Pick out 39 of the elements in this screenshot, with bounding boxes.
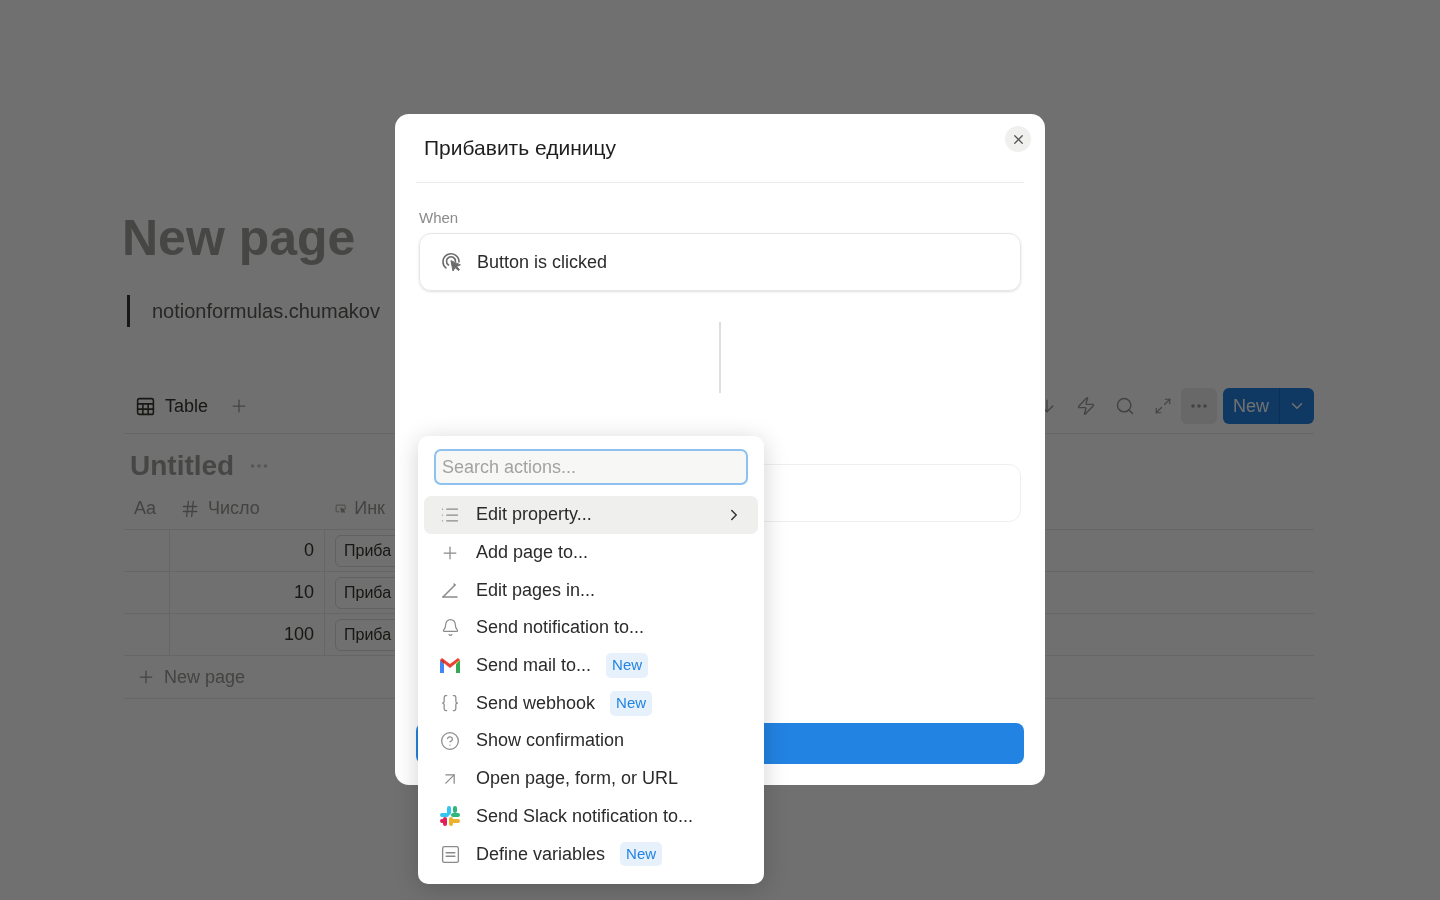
click-icon <box>440 251 462 273</box>
number-cell-text: 10 <box>293 581 314 604</box>
number-cell-text: 100 <box>283 623 314 646</box>
help-icon <box>440 730 460 751</box>
close-button[interactable] <box>1005 126 1031 152</box>
equals-box-icon <box>439 843 461 865</box>
expand-icon[interactable] <box>1154 397 1172 415</box>
menu-item[interactable]: Open page, form, or URL <box>424 759 758 798</box>
more-icon <box>1191 404 1207 408</box>
mail-logo-icon <box>439 656 461 675</box>
view-tab[interactable]: Table <box>165 392 209 420</box>
trigger-card[interactable]: Button is clicked <box>419 233 1021 291</box>
trigger-label: When <box>419 209 460 227</box>
hash-logo-icon <box>439 805 461 828</box>
menu-item[interactable]: Send notification to... <box>424 609 758 647</box>
hash-icon <box>180 498 200 519</box>
trigger-text: Button is clicked <box>477 250 608 274</box>
menu-item[interactable]: Add page to... <box>424 533 758 572</box>
search-field[interactable]: Search actions... <box>434 449 748 485</box>
new-badge: New <box>620 841 663 867</box>
new-badge: New <box>606 653 649 678</box>
number-cell-text: 0 <box>304 539 314 562</box>
bolt-icon[interactable] <box>1076 396 1096 416</box>
menu-item[interactable]: Edit property... <box>424 496 758 534</box>
menu-item[interactable]: Send Slack notification to... <box>424 797 758 836</box>
search-icon[interactable] <box>1115 396 1135 416</box>
table-icon <box>135 395 156 417</box>
menu-item[interactable]: Send webhook New <box>424 684 758 723</box>
pencil-line-icon <box>440 580 460 601</box>
menu-item[interactable]: Send mail to... New <box>424 646 758 685</box>
menu-item[interactable]: Edit pages in... <box>424 571 758 610</box>
menu-item[interactable]: Show confirmation <box>424 722 758 760</box>
new-badge: New <box>610 691 653 716</box>
quote-text: notionformulas.chumakov <box>152 299 380 324</box>
dialog-title: Прибавить единицу <box>424 135 617 162</box>
braces-icon <box>440 693 460 714</box>
menu-item[interactable]: Define variables New <box>424 835 758 873</box>
more-button[interactable] <box>1181 388 1217 424</box>
bell-icon <box>440 618 460 638</box>
